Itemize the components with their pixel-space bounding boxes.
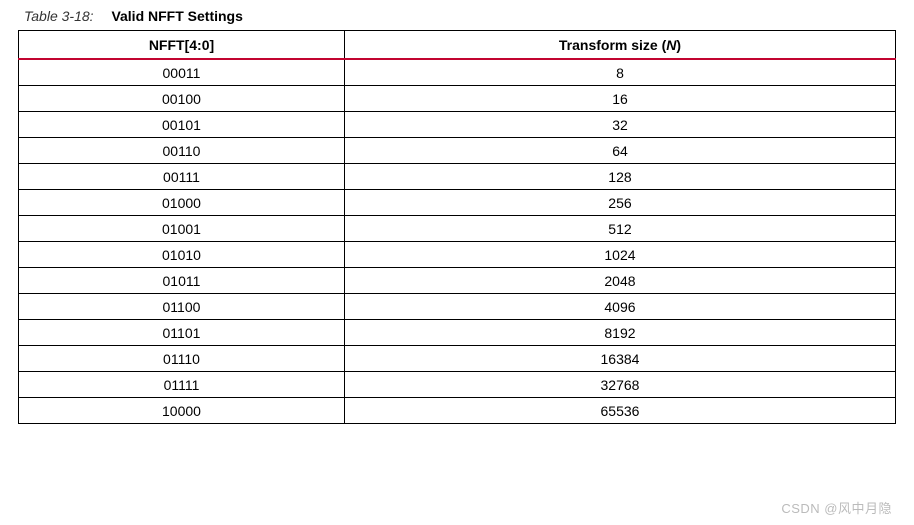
cell-size: 1024 (344, 242, 895, 268)
table-caption-title: Valid NFFT Settings (111, 8, 242, 24)
cell-nfft: 01101 (19, 320, 345, 346)
cell-nfft: 10000 (19, 398, 345, 424)
cell-size: 32 (344, 112, 895, 138)
table-row: 0011064 (19, 138, 896, 164)
cell-size: 512 (344, 216, 895, 242)
cell-nfft: 01111 (19, 372, 345, 398)
cell-nfft: 00100 (19, 86, 345, 112)
cell-size: 64 (344, 138, 895, 164)
cell-size: 8 (344, 59, 895, 86)
cell-nfft: 00111 (19, 164, 345, 190)
table-header-row: NFFT[4:0] Transform size (N) (19, 31, 896, 60)
cell-size: 65536 (344, 398, 895, 424)
col-header-size-suffix: ) (676, 37, 681, 53)
table-row: 010101024 (19, 242, 896, 268)
col-header-nfft: NFFT[4:0] (19, 31, 345, 60)
cell-size: 2048 (344, 268, 895, 294)
cell-nfft: 01001 (19, 216, 345, 242)
table-row: 00111128 (19, 164, 896, 190)
cell-nfft: 00110 (19, 138, 345, 164)
col-header-size-prefix: Transform size ( (559, 37, 666, 53)
table-row: 01000256 (19, 190, 896, 216)
cell-nfft: 00011 (19, 59, 345, 86)
cell-size: 256 (344, 190, 895, 216)
col-header-size: Transform size (N) (344, 31, 895, 60)
table-row: 1000065536 (19, 398, 896, 424)
table-row: 011018192 (19, 320, 896, 346)
cell-nfft: 01100 (19, 294, 345, 320)
table-row: 0111132768 (19, 372, 896, 398)
table-body: 0001180010016001013200110640011112801000… (19, 59, 896, 424)
table-row: 0010132 (19, 112, 896, 138)
table-row: 01001512 (19, 216, 896, 242)
table-row: 011004096 (19, 294, 896, 320)
cell-nfft: 01000 (19, 190, 345, 216)
table-row: 000118 (19, 59, 896, 86)
cell-size: 16384 (344, 346, 895, 372)
table-row: 0111016384 (19, 346, 896, 372)
cell-nfft: 01110 (19, 346, 345, 372)
cell-size: 4096 (344, 294, 895, 320)
table-row: 010112048 (19, 268, 896, 294)
table-caption-label: Table 3-18: (24, 8, 94, 24)
table-caption: Table 3-18: Valid NFFT Settings (24, 8, 896, 24)
cell-nfft: 00101 (19, 112, 345, 138)
col-header-size-var: N (666, 37, 676, 53)
table-row: 0010016 (19, 86, 896, 112)
watermark: CSDN @风中月隐 (781, 498, 892, 517)
cell-size: 16 (344, 86, 895, 112)
nfft-table: NFFT[4:0] Transform size (N) 00011800100… (18, 30, 896, 424)
cell-size: 128 (344, 164, 895, 190)
cell-size: 32768 (344, 372, 895, 398)
cell-nfft: 01010 (19, 242, 345, 268)
cell-size: 8192 (344, 320, 895, 346)
cell-nfft: 01011 (19, 268, 345, 294)
